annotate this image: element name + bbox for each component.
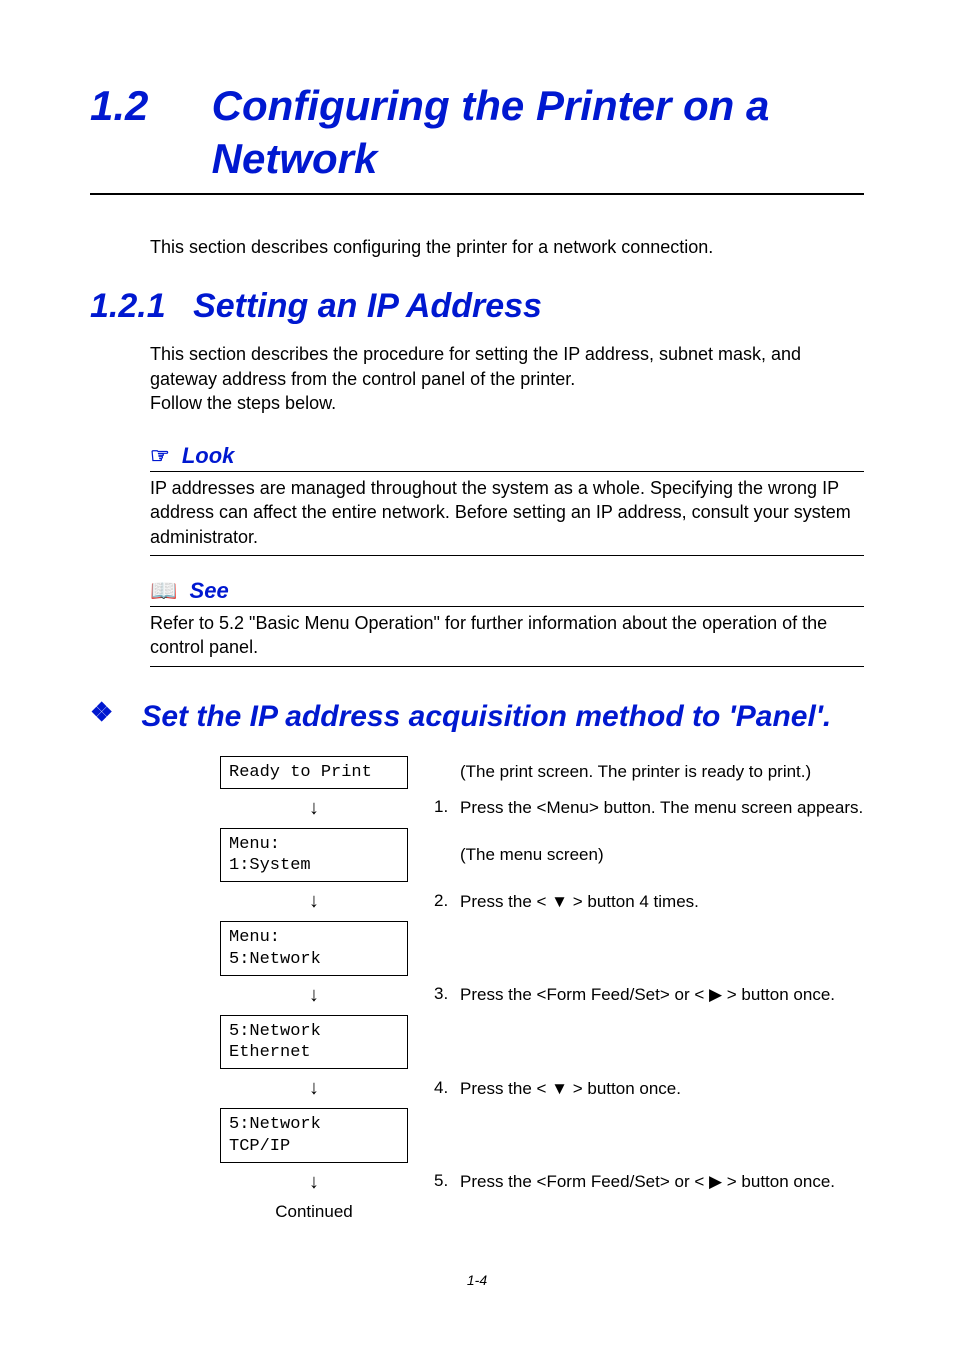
look-label: Look bbox=[182, 443, 235, 468]
see-text: Refer to 5.2 "Basic Menu Operation" for … bbox=[150, 611, 864, 667]
down-arrow-icon: ↓ bbox=[220, 1077, 408, 1100]
section-title: ❖ Set the IP address acquisition method … bbox=[90, 697, 864, 736]
step-text: Press the <Form Feed/Set> or < ▶ > butto… bbox=[460, 984, 835, 1006]
arrow-row-3: ↓ 3. Press the <Form Feed/Set> or < ▶ > … bbox=[220, 984, 864, 1007]
lcd-display: 5:Network Ethernet bbox=[220, 1015, 408, 1070]
lcd-line: 5:Network bbox=[229, 1114, 399, 1135]
book-icon: 📖 bbox=[150, 578, 177, 603]
lcd-line: 5:Network bbox=[229, 1021, 399, 1042]
step-text: Press the < ▼ > button 4 times. bbox=[460, 891, 699, 913]
step-row-1: Menu: 1:System (The menu screen) bbox=[220, 828, 864, 883]
step-note: (The print screen. The printer is ready … bbox=[434, 761, 811, 783]
step-instruction: 3. Press the <Form Feed/Set> or < ▶ > bu… bbox=[434, 984, 835, 1006]
step-number: 3. bbox=[434, 984, 460, 1004]
step-text: Press the <Menu> button. The menu screen… bbox=[460, 797, 863, 819]
lcd-line: 5:Network bbox=[229, 949, 399, 970]
sub-heading-title: Setting an IP Address bbox=[193, 287, 542, 325]
down-arrow-icon: ↓ bbox=[220, 1171, 408, 1194]
lcd-line: Menu: bbox=[229, 834, 399, 855]
note-text: (The print screen. The printer is ready … bbox=[460, 761, 811, 783]
look-callout: ☞ Look IP addresses are managed througho… bbox=[150, 443, 864, 556]
step-row-3: 5:Network Ethernet bbox=[220, 1015, 864, 1070]
heading-number: 1.2 bbox=[90, 80, 200, 133]
step-number: 5. bbox=[434, 1171, 460, 1191]
step-instruction: 2. Press the < ▼ > button 4 times. bbox=[434, 891, 699, 913]
continued-label: Continued bbox=[220, 1202, 408, 1222]
step-text: Press the <Form Feed/Set> or < ▶ > butto… bbox=[460, 1171, 835, 1193]
page-number: 1-4 bbox=[90, 1272, 864, 1288]
step-note: (The menu screen) bbox=[434, 844, 604, 866]
section-title-text: Set the IP address acquisition method to… bbox=[141, 697, 831, 736]
step-number: 1. bbox=[434, 797, 460, 817]
look-text: IP addresses are managed throughout the … bbox=[150, 476, 864, 556]
sub-heading-number: 1.2.1 bbox=[90, 287, 166, 326]
step-row-4: 5:Network TCP/IP bbox=[220, 1108, 864, 1163]
intro-text: This section describes configuring the p… bbox=[150, 235, 864, 259]
step-instruction: 5. Press the <Form Feed/Set> or < ▶ > bu… bbox=[434, 1171, 835, 1193]
step-table: Ready to Print (The print screen. The pr… bbox=[220, 756, 864, 1222]
look-label-row: ☞ Look bbox=[150, 443, 864, 472]
sub-intro-text: This section describes the procedure for… bbox=[150, 342, 864, 415]
lcd-line: Ready to Print bbox=[229, 762, 399, 783]
step-row-0: Ready to Print (The print screen. The pr… bbox=[220, 756, 864, 789]
down-arrow-icon: ↓ bbox=[220, 797, 408, 820]
lcd-display: Menu: 5:Network bbox=[220, 921, 408, 976]
step-row-2: Menu: 5:Network bbox=[220, 921, 864, 976]
arrow-row-4: ↓ 4. Press the < ▼ > button once. bbox=[220, 1077, 864, 1100]
see-label-row: 📖 See bbox=[150, 578, 864, 607]
step-number: 2. bbox=[434, 891, 460, 911]
sub-heading: 1.2.1 Setting an IP Address bbox=[90, 287, 864, 326]
pointing-hand-icon: ☞ bbox=[150, 443, 170, 468]
lcd-line: 1:System bbox=[229, 855, 399, 876]
step-number: 4. bbox=[434, 1078, 460, 1098]
arrow-row-1: ↓ 1. Press the <Menu> button. The menu s… bbox=[220, 797, 864, 820]
lcd-display: 5:Network TCP/IP bbox=[220, 1108, 408, 1163]
lcd-display: Ready to Print bbox=[220, 756, 408, 789]
diamond-icon: ❖ bbox=[90, 697, 113, 728]
lcd-display: Menu: 1:System bbox=[220, 828, 408, 883]
step-text: Press the < ▼ > button once. bbox=[460, 1078, 681, 1100]
down-arrow-icon: ↓ bbox=[220, 890, 408, 913]
step-instruction: 1. Press the <Menu> button. The menu scr… bbox=[434, 797, 863, 819]
lcd-line: Ethernet bbox=[229, 1042, 399, 1063]
arrow-row-2: ↓ 2. Press the < ▼ > button 4 times. bbox=[220, 890, 864, 913]
continued-row: Continued bbox=[220, 1202, 864, 1222]
lcd-line: Menu: bbox=[229, 927, 399, 948]
lcd-line: TCP/IP bbox=[229, 1136, 399, 1157]
down-arrow-icon: ↓ bbox=[220, 984, 408, 1007]
heading-title: Configuring the Printer on a Network bbox=[212, 80, 842, 185]
main-heading: 1.2 Configuring the Printer on a Network bbox=[90, 80, 864, 195]
note-text: (The menu screen) bbox=[460, 844, 604, 866]
see-label: See bbox=[190, 578, 229, 603]
step-instruction: 4. Press the < ▼ > button once. bbox=[434, 1078, 681, 1100]
see-callout: 📖 See Refer to 5.2 "Basic Menu Operation… bbox=[150, 578, 864, 667]
arrow-row-5: ↓ 5. Press the <Form Feed/Set> or < ▶ > … bbox=[220, 1171, 864, 1194]
